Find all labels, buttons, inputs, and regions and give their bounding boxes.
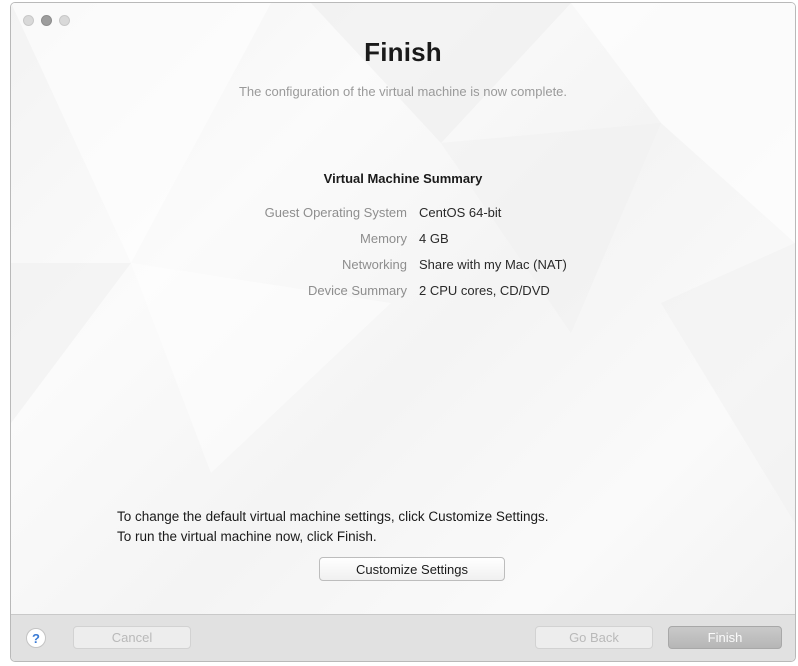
- summary-row: Guest Operating System CentOS 64-bit: [11, 205, 795, 225]
- zoom-icon[interactable]: [59, 15, 70, 26]
- page-subtitle: The configuration of the virtual machine…: [238, 84, 568, 99]
- cancel-button[interactable]: Cancel: [73, 626, 191, 649]
- window-controls: [23, 15, 70, 26]
- summary-value: CentOS 64-bit: [419, 205, 502, 220]
- info-text-customize: To change the default virtual machine se…: [117, 509, 549, 524]
- help-icon[interactable]: ?: [26, 628, 46, 648]
- summary-value: Share with my Mac (NAT): [419, 257, 567, 272]
- summary-label: Device Summary: [308, 283, 407, 298]
- summary-heading: Virtual Machine Summary: [323, 171, 483, 186]
- summary-row: Device Summary 2 CPU cores, CD/DVD: [11, 283, 795, 303]
- page-title: Finish: [364, 37, 442, 67]
- summary-row: Memory 4 GB: [11, 231, 795, 251]
- finish-button[interactable]: Finish: [668, 626, 782, 649]
- summary-label: Memory: [360, 231, 407, 246]
- footer-bar: ? Cancel Go Back Finish: [11, 614, 795, 661]
- summary-value: 4 GB: [419, 231, 449, 246]
- close-icon[interactable]: [23, 15, 34, 26]
- info-text-finish: To run the virtual machine now, click Fi…: [117, 529, 377, 544]
- summary-label: Guest Operating System: [264, 205, 407, 220]
- summary-label: Networking: [341, 257, 407, 272]
- content-pane: Finish The configuration of the virtual …: [11, 3, 795, 614]
- go-back-button[interactable]: Go Back: [535, 626, 653, 649]
- summary-value: 2 CPU cores, CD/DVD: [419, 283, 550, 298]
- customize-settings-button[interactable]: Customize Settings: [319, 557, 505, 581]
- summary-row: Networking Share with my Mac (NAT): [11, 257, 795, 277]
- minimize-icon[interactable]: [41, 15, 52, 26]
- vm-wizard-window: Finish The configuration of the virtual …: [10, 2, 796, 662]
